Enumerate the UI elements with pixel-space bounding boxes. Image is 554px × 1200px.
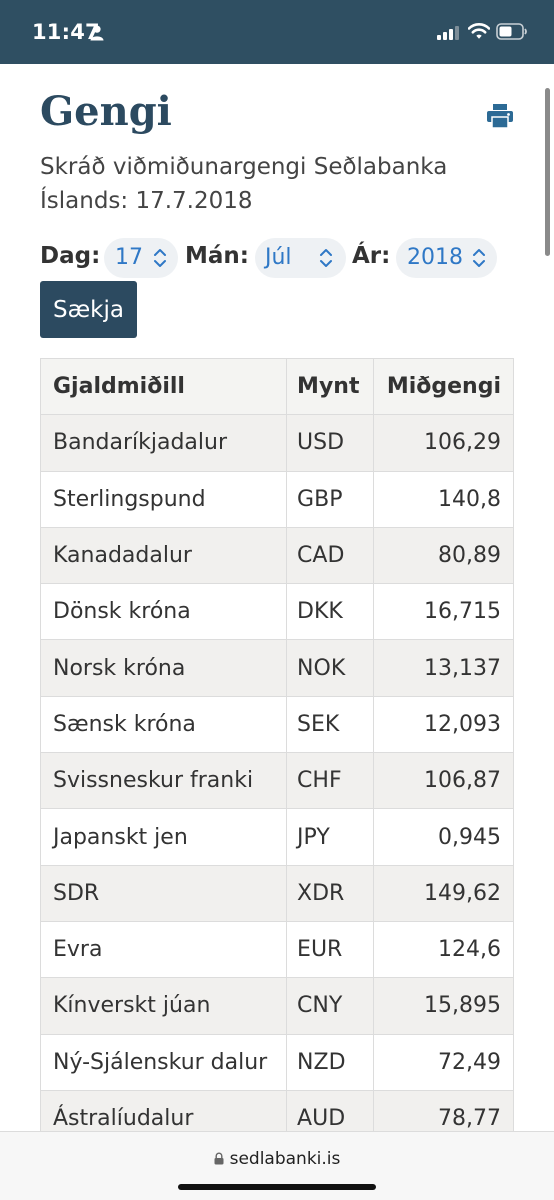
currency-rate: 16,715 bbox=[373, 583, 514, 641]
month-label: Mán: bbox=[185, 243, 249, 269]
currency-name: Japanskt jen bbox=[39, 808, 288, 866]
printer-icon[interactable] bbox=[486, 103, 514, 129]
table-row: Norsk króna NOK 13,137 bbox=[39, 639, 514, 697]
table-row: Japanskt jen JPY 0,945 bbox=[39, 808, 514, 866]
year-select-value: 2018 bbox=[407, 245, 463, 270]
currency-name: Dönsk króna bbox=[39, 583, 288, 641]
table-row: Evra EUR 124,6 bbox=[39, 920, 514, 979]
currency-code: CNY bbox=[286, 977, 374, 1035]
currency-rate: 140,8 bbox=[373, 470, 514, 528]
currency-name: Sænsk króna bbox=[39, 695, 288, 754]
wifi-icon bbox=[468, 23, 490, 39]
currency-code: NZD bbox=[286, 1033, 374, 1091]
fetch-button[interactable]: Sækja bbox=[40, 281, 137, 338]
currency-rate: 124,6 bbox=[373, 920, 514, 979]
chevron-up-down-icon bbox=[473, 249, 485, 267]
lock-icon bbox=[214, 1152, 224, 1165]
table-row: Dönsk króna DKK 16,715 bbox=[39, 583, 514, 641]
currency-rate: 72,49 bbox=[373, 1033, 514, 1091]
table-header-row: Gjaldmiðill Mynt Miðgengi bbox=[39, 357, 514, 416]
exchange-rate-table: Gjaldmiðill Mynt Miðgengi Bandaríkjadalu… bbox=[39, 357, 514, 1148]
day-label: Dag: bbox=[40, 243, 101, 269]
table-row: Ný-Sjálenskur dalur NZD 72,49 bbox=[39, 1033, 514, 1091]
table-row: Kínverskt júan CNY 15,895 bbox=[39, 977, 514, 1035]
currency-rate: 0,945 bbox=[373, 808, 514, 866]
url-text: sedlabanki.is bbox=[229, 1149, 341, 1169]
currency-rate: 13,137 bbox=[373, 639, 514, 697]
chevron-up-down-icon bbox=[320, 249, 332, 267]
month-select[interactable]: Júl bbox=[255, 238, 346, 278]
currency-rate: 106,87 bbox=[373, 752, 514, 810]
currency-code: USD bbox=[286, 414, 374, 472]
column-header-currency[interactable]: Gjaldmiðill bbox=[39, 357, 288, 416]
chevron-up-down-icon bbox=[154, 249, 166, 267]
battery-icon bbox=[496, 23, 527, 40]
table-row: Kanadadalur CAD 80,89 bbox=[39, 526, 514, 585]
currency-code: DKK bbox=[286, 583, 374, 641]
browser-url-bar[interactable]: sedlabanki.is bbox=[0, 1131, 554, 1200]
day-select-value: 17 bbox=[115, 245, 143, 270]
currency-code: NOK bbox=[286, 639, 374, 697]
currency-rate: 149,62 bbox=[373, 864, 514, 922]
cellular-signal-icon bbox=[437, 26, 459, 40]
currency-name: Norsk króna bbox=[39, 639, 288, 697]
table-row: Sænsk króna SEK 12,093 bbox=[39, 695, 514, 754]
page-scrollbar[interactable] bbox=[545, 88, 550, 256]
year-select[interactable]: 2018 bbox=[396, 238, 497, 278]
table-row: Bandaríkjadalur USD 106,29 bbox=[39, 414, 514, 472]
currency-rate: 80,89 bbox=[373, 526, 514, 585]
table-row: Sterlingspund GBP 140,8 bbox=[39, 470, 514, 528]
column-header-code[interactable]: Mynt bbox=[286, 357, 374, 416]
currency-code: GBP bbox=[286, 470, 374, 528]
currency-name: Ný-Sjálenskur dalur bbox=[39, 1033, 288, 1091]
currency-name: Sterlingspund bbox=[39, 470, 288, 528]
currency-name: Kanadadalur bbox=[39, 526, 288, 585]
person-icon bbox=[90, 25, 104, 41]
month-select-value: Júl bbox=[265, 245, 292, 270]
currency-rate: 15,895 bbox=[373, 977, 514, 1035]
currency-name: Svissneskur franki bbox=[39, 752, 288, 810]
currency-rate: 106,29 bbox=[373, 414, 514, 472]
currency-code: JPY bbox=[286, 808, 374, 866]
year-label: Ár: bbox=[352, 243, 391, 269]
currency-name: SDR bbox=[39, 864, 288, 922]
currency-rate: 12,093 bbox=[373, 695, 514, 754]
currency-name: Bandaríkjadalur bbox=[39, 414, 288, 472]
currency-code: SEK bbox=[286, 695, 374, 754]
home-indicator[interactable] bbox=[178, 1184, 376, 1190]
url-display[interactable]: sedlabanki.is bbox=[0, 1149, 554, 1169]
currency-code: CAD bbox=[286, 526, 374, 585]
currency-code: EUR bbox=[286, 920, 374, 979]
status-bar: 11:47 bbox=[0, 0, 554, 64]
column-header-rate[interactable]: Miðgengi bbox=[373, 357, 514, 416]
currency-name: Evra bbox=[39, 920, 288, 979]
currency-name: Kínverskt júan bbox=[39, 977, 288, 1035]
table-row: SDR XDR 149,62 bbox=[39, 864, 514, 922]
page-title: Gengi bbox=[40, 88, 172, 135]
day-select[interactable]: 17 bbox=[104, 238, 178, 278]
currency-code: XDR bbox=[286, 864, 374, 922]
currency-code: CHF bbox=[286, 752, 374, 810]
page-subtitle: Skráð viðmiðunargengi Seðlabanka Íslands… bbox=[40, 154, 448, 214]
table-row: Svissneskur franki CHF 106,87 bbox=[39, 752, 514, 810]
